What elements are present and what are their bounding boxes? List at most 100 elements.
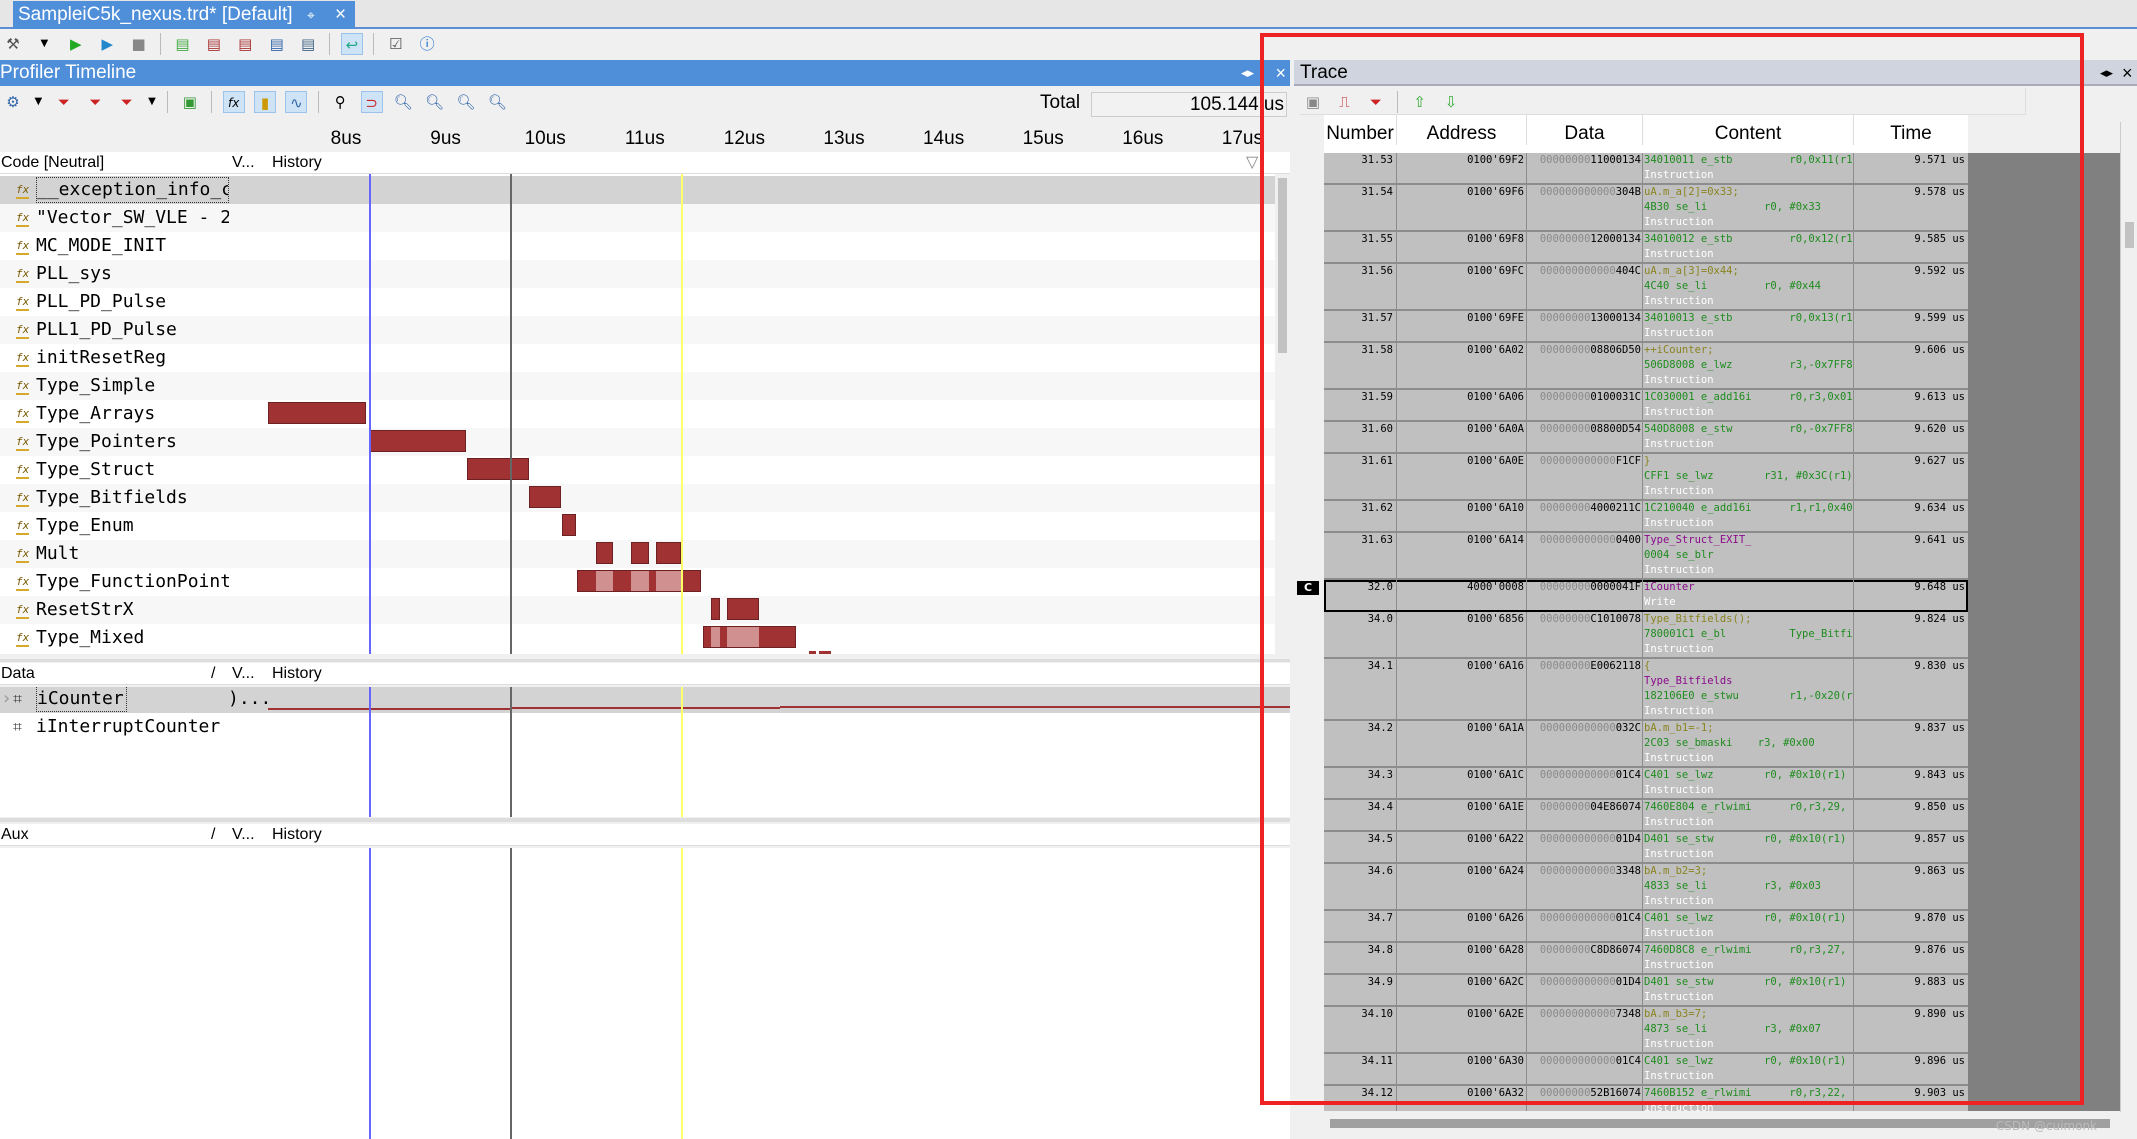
zoom-all-icon[interactable]: 🔍︎ [455, 91, 477, 113]
code-row[interactable]: fx Type_Pointers [0, 428, 1275, 456]
trace-row[interactable]: 31.60 0100'6A0A 0000000008800D54 540D8008 e… [1324, 422, 1968, 454]
divider[interactable] [0, 818, 1290, 822]
code-row[interactable]: fx PLL_PD_Pulse [0, 288, 1275, 316]
arrow-down-icon[interactable]: ⇩ [1440, 91, 1462, 113]
trace-row[interactable]: 34.9 0100'6A2C 00000000000001D4 D401 se_stw… [1324, 975, 1968, 1007]
trace-row[interactable]: 34.10 0100'6A2E 0000000000007348 bA.m_b3=7;… [1324, 1007, 1968, 1054]
waveform-icon[interactable]: ⎍ [1333, 91, 1355, 113]
aux-header-value[interactable]: V... [232, 824, 255, 846]
debug-list-icon[interactable]: ▤ [203, 33, 225, 55]
column-data[interactable]: Data [1527, 115, 1643, 145]
filter-check-icon[interactable]: ⏷ [116, 91, 138, 113]
hammer-icon[interactable]: ⚒ [2, 33, 24, 55]
timeline-bar-inactive[interactable] [727, 627, 760, 647]
filter-icon[interactable]: ⏷ [53, 91, 75, 113]
close-panel-icon[interactable]: × [1275, 60, 1286, 86]
timeline-cursor[interactable] [368, 848, 371, 1139]
code-row[interactable]: fx PLL1_PD_Pulse [0, 316, 1275, 344]
info-icon[interactable]: ⓘ [416, 33, 438, 55]
trace-row[interactable]: 32.0 4000'0008 000000000000041F iCounter Wri… [1324, 580, 1968, 612]
gear-icon[interactable]: ⚙ [2, 91, 24, 113]
code-row[interactable]: fx initResetReg [0, 344, 1275, 372]
scrollbar-thumb[interactable] [2125, 222, 2134, 248]
code-row[interactable]: fx Type_FunctionPointer [0, 568, 1275, 596]
timeline-cursor[interactable] [680, 687, 683, 817]
timeline-bar[interactable] [268, 402, 366, 424]
aux-header-name[interactable]: Aux [1, 824, 29, 846]
trace-row[interactable]: 34.12 0100'6A32 0000000052B16074 7460B152 e… [1324, 1086, 1968, 1111]
trace-row[interactable]: 31.54 0100'69F6 000000000000304B uA.m_a[2]=… [1324, 185, 1968, 232]
document-icon[interactable]: ▤ [297, 33, 319, 55]
data-header-name[interactable]: Data [1, 663, 35, 685]
scrollbar-thumb[interactable] [1278, 178, 1287, 353]
code-row[interactable]: fx Type_Struct [0, 456, 1275, 484]
timeline-bar[interactable] [595, 542, 613, 564]
aux-header-history[interactable]: History [272, 824, 322, 846]
debug-list2-icon[interactable]: ▤ [234, 33, 256, 55]
trace-row[interactable]: 34.6 0100'6A24 0000000000003348 bA.m_b2=3; 4… [1324, 864, 1968, 911]
trace-row[interactable]: 31.56 0100'69FC 000000000000404C uA.m_a[3]=… [1324, 264, 1968, 311]
timeline-bar-inactive[interactable] [595, 571, 613, 591]
document-tab[interactable]: SampleiC5k_nexus.trd* [Default] ⌖ × [13, 1, 355, 29]
export-icon[interactable]: ▣ [1302, 91, 1324, 113]
code-row[interactable]: fx Mult [0, 540, 1275, 568]
timeline-bar[interactable] [630, 542, 649, 564]
code-row[interactable]: fx ResetStrX [0, 596, 1275, 624]
timeline-bar[interactable] [466, 458, 530, 480]
code-row[interactable]: fx "Vector_SW_VLE - 2 [0, 204, 1275, 232]
arrow-up-icon[interactable]: ⇧ [1409, 91, 1431, 113]
filter-toggle-icon[interactable]: ▽ [1246, 152, 1258, 174]
trace-row[interactable]: 31.59 0100'6A06 000000000100031C 1C030001 e… [1324, 390, 1968, 422]
zoom-in-icon[interactable]: 🔍︎ [392, 91, 414, 113]
data-row[interactable]: › ⌗ iCounter)... [0, 687, 1290, 713]
timeline-bar[interactable] [368, 430, 466, 452]
float-panel-icon[interactable]: ◂▸ [1241, 60, 1254, 86]
column-content[interactable]: Content [1643, 115, 1854, 145]
code-row[interactable]: fx Type_Mixed [0, 624, 1275, 652]
dropdown-icon[interactable]: ▼ [33, 91, 43, 113]
dropdown-icon[interactable]: ▼ [33, 33, 55, 55]
expand-chevron-icon[interactable]: › [1, 687, 12, 713]
timeline-bar[interactable] [562, 514, 577, 536]
trace-row[interactable]: 34.4 0100'6A1E 0000000004E86074 7460E804 e_… [1324, 800, 1968, 832]
close-panel-icon[interactable]: × [2122, 60, 2133, 86]
zoom-range-icon[interactable]: 🔍︎ [486, 91, 508, 113]
code-header-value[interactable]: V... [232, 152, 255, 174]
code-row[interactable]: fx Type_Bitfields [0, 484, 1275, 512]
column-number[interactable]: Number [1324, 115, 1397, 145]
code-row[interactable]: fx Type_Simple [0, 372, 1275, 400]
timeline-bar[interactable] [529, 486, 562, 508]
timeline-cursor[interactable] [368, 687, 371, 817]
timeline-cursor[interactable] [510, 174, 513, 654]
trace-row[interactable]: 34.1 0100'6A16 00000000E0062118{Type_Bitfi… [1324, 659, 1968, 721]
trace-row[interactable]: 34.3 0100'6A1C 00000000000001C4 C401 se_lwz… [1324, 768, 1968, 800]
return-icon[interactable]: ↩ [340, 33, 363, 55]
zoom-out-icon[interactable]: 🔍︎ [424, 91, 446, 113]
filter-icon[interactable]: ⏷ [1365, 91, 1387, 113]
dropdown-icon[interactable]: ▼ [147, 91, 157, 113]
data-header-value[interactable]: V... [232, 663, 255, 685]
filter-settings-icon[interactable]: ⏷ [84, 91, 106, 113]
code-row[interactable]: fx PLL_sys [0, 260, 1275, 288]
trace-row[interactable]: 31.53 0100'69F2 0000000011000134 34010011 e… [1324, 153, 1968, 185]
column-time[interactable]: Time [1854, 115, 1968, 145]
timeline-bar[interactable] [727, 598, 760, 620]
trace-row[interactable]: 31.62 0100'6A10 000000004000211C 1C210040 e… [1324, 501, 1968, 533]
trace-row[interactable]: 31.57 0100'69FE 0000000013000134 34010013 e… [1324, 311, 1968, 343]
code-header-history[interactable]: History [272, 152, 322, 174]
trace-row[interactable]: 31.63 0100'6A14 0000000000000400 Type_Struc… [1324, 533, 1968, 580]
column-address[interactable]: Address [1397, 115, 1527, 145]
timeline-cursor[interactable] [680, 174, 683, 654]
data-view-icon[interactable]: ▮ [254, 91, 277, 113]
float-panel-icon[interactable]: ◂▸ [2100, 60, 2113, 86]
step-icon[interactable]: ▶ [96, 33, 118, 55]
trace-row[interactable]: 34.7 0100'6A26 00000000000001C4 C401 se_lwz… [1324, 911, 1968, 943]
trace-row[interactable]: 31.55 0100'69F8 0000000012000134 34010012 e… [1324, 232, 1968, 264]
timeline-bar-inactive[interactable] [710, 627, 721, 647]
timeline-bar[interactable] [655, 542, 681, 564]
code-row[interactable]: fx MC_MODE_INIT [0, 232, 1275, 260]
signal-view-icon[interactable]: ∿ [285, 91, 308, 113]
timeline-bar-inactive[interactable] [630, 571, 649, 591]
time-axis[interactable]: 8us 9us 10us 11us 12us 13us 14us 15us 16us 17us [0, 120, 1275, 152]
run-icon[interactable]: ▶ [65, 33, 87, 55]
